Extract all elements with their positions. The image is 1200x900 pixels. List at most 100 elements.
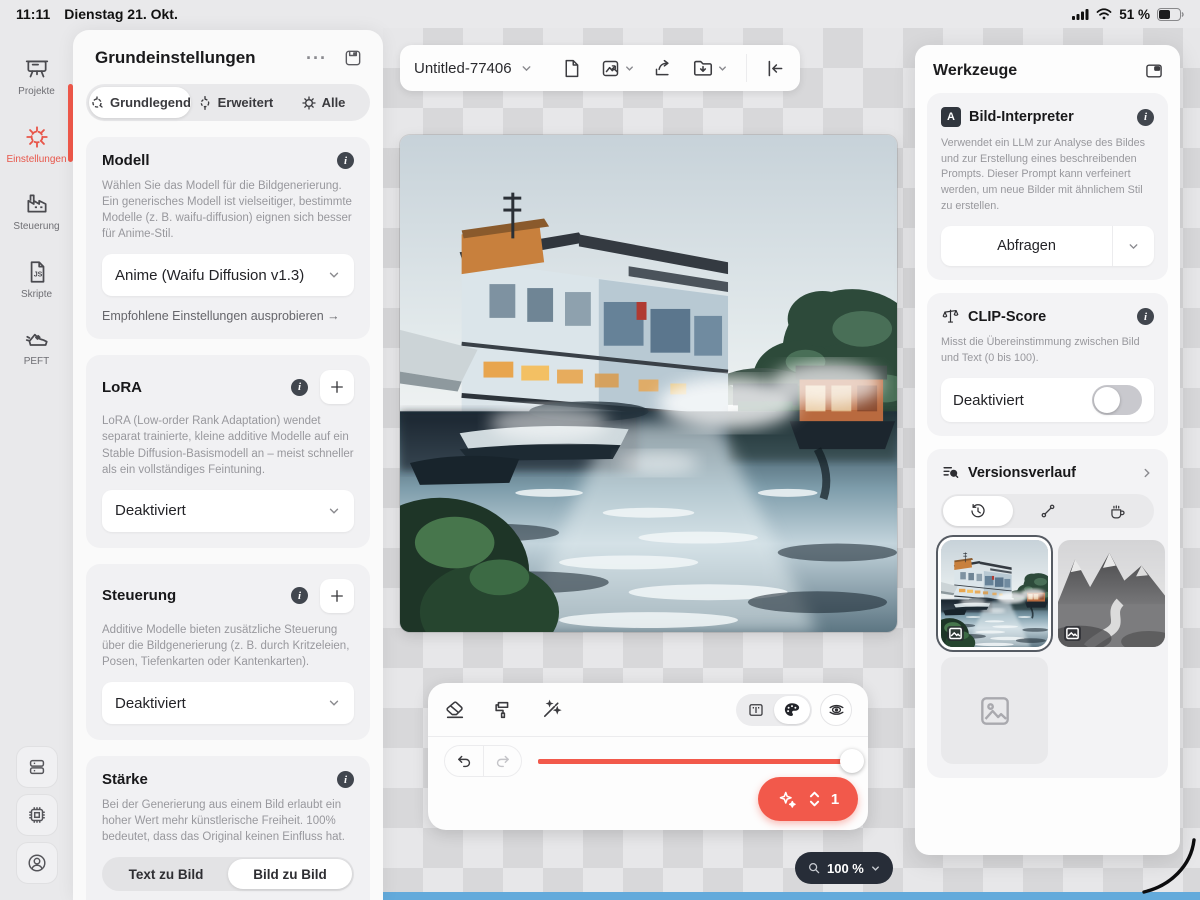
version-thumbnail-empty[interactable] (941, 657, 1048, 764)
lora-dropdown[interactable]: Deaktiviert (102, 490, 354, 532)
chip-button[interactable] (16, 794, 58, 836)
gear-advanced-icon (197, 95, 213, 111)
document-title-dropdown[interactable]: Untitled-77406 (414, 60, 543, 77)
image-to-image-option[interactable]: Bild zu Bild (228, 859, 352, 889)
tab-alle[interactable]: Alle (279, 87, 367, 118)
account-icon (26, 852, 48, 874)
info-icon[interactable]: i (291, 379, 308, 396)
add-control-button[interactable] (320, 579, 354, 613)
clip-toggle[interactable] (1092, 385, 1142, 415)
recommended-settings-link[interactable]: Empfohlene Einstellungen ausprobieren → (102, 309, 354, 323)
add-lora-button[interactable] (320, 370, 354, 404)
batch-stepper-icon[interactable] (808, 790, 821, 808)
factory-icon (24, 191, 50, 217)
sidebar-item-projekte[interactable]: Projekte (5, 56, 69, 98)
list-search-icon (941, 463, 960, 482)
server-button[interactable] (16, 746, 58, 788)
save-to-folder-button[interactable] (692, 57, 728, 79)
slider-handle[interactable] (840, 749, 864, 773)
sidebar-item-peft[interactable]: PEFT (5, 326, 69, 368)
image-placeholder-icon (976, 692, 1014, 730)
generate-button[interactable]: 1 (758, 777, 858, 821)
sidebar-item-einstellungen[interactable]: Einstellungen (5, 124, 69, 166)
status-bar: 11:11 Dienstag 21. Okt. 51 % (0, 0, 1200, 28)
projector-icon (24, 56, 50, 82)
tools-panel: Werkzeuge A Bild-Interpreter i Verwendet… (915, 45, 1180, 855)
brush-tool[interactable] (492, 699, 514, 721)
steuerung-dropdown[interactable]: Deaktiviert (102, 682, 354, 724)
new-document-button[interactable] (561, 58, 582, 79)
canvas-artwork[interactable] (400, 135, 897, 632)
modell-card: Modell i Wählen Sie das Modell für die B… (86, 137, 370, 339)
modell-dropdown[interactable]: Anime (Waifu Diffusion v1.3) (102, 254, 354, 296)
info-icon[interactable]: i (291, 587, 308, 604)
chevron-down-icon (870, 863, 881, 874)
account-button[interactable] (16, 842, 58, 884)
zoom-indicator[interactable]: 100 % (795, 852, 893, 884)
info-icon[interactable]: i (1137, 308, 1154, 325)
lora-card: LoRA i LoRA (Low-order Rank Adaptation) … (86, 355, 370, 547)
chevron-right-icon[interactable] (1140, 466, 1154, 480)
image-badge-icon (1064, 626, 1081, 641)
versions-tabs (941, 494, 1154, 528)
staerke-title: Stärke (102, 771, 337, 788)
link-tab[interactable] (1013, 496, 1083, 526)
hide-panel-icon[interactable] (1144, 61, 1164, 81)
image-badge-icon (947, 626, 964, 641)
abfragen-button[interactable]: Abfragen (941, 226, 1154, 266)
paint-toolbar: 1 (428, 683, 868, 830)
batch-count: 1 (831, 791, 839, 808)
history-tab[interactable] (943, 496, 1013, 526)
save-settings-icon[interactable] (343, 48, 363, 68)
version-thumbnail-current[interactable] (941, 540, 1048, 647)
version-thumbnail-previous[interactable] (1058, 540, 1165, 647)
paint-mode-option[interactable] (774, 696, 810, 724)
canvas-edge-line (383, 892, 1200, 900)
eraser-tool[interactable] (444, 699, 466, 721)
js-file-icon: JS (24, 259, 50, 285)
chip-icon (26, 804, 48, 826)
layers-visibility-button[interactable] (820, 694, 852, 726)
scales-icon (941, 307, 960, 326)
sparkle-icon (777, 789, 798, 810)
date: Dienstag 21. Okt. (64, 6, 178, 22)
share-button[interactable] (653, 58, 674, 79)
magic-wand-tool[interactable] (540, 698, 563, 721)
tab-grundlegend[interactable]: Grundlegend (89, 87, 191, 118)
frame-mode-option[interactable] (738, 696, 774, 724)
chevron-down-icon (327, 504, 341, 518)
gear-basic-icon (89, 95, 105, 111)
gear-all-icon (301, 95, 317, 111)
battery-icon (1157, 8, 1184, 21)
text-to-image-option[interactable]: Text zu Bild (104, 859, 228, 889)
lora-description: LoRA (Low-order Rank Adaptation) wendet … (102, 413, 354, 477)
interpreter-description: Verwendet ein LLM zur Analyse des Bildes… (941, 136, 1154, 214)
magnifier-icon (807, 861, 821, 875)
pen-stroke (1138, 836, 1198, 896)
clip-title: CLIP-Score (968, 309, 1129, 325)
undo-button[interactable] (445, 746, 483, 776)
chevron-down-icon[interactable] (1112, 226, 1154, 266)
coffee-tab[interactable] (1082, 496, 1152, 526)
redo-button[interactable] (483, 746, 521, 776)
info-icon[interactable]: i (1137, 109, 1154, 126)
info-icon[interactable]: i (337, 771, 354, 788)
gear-icon (24, 124, 50, 150)
clip-description: Misst die Übereinstimmung zwischen Bild … (941, 335, 1154, 366)
more-options-icon[interactable]: ··· (306, 53, 327, 63)
sidebar-item-skripte[interactable]: JS Skripte (5, 259, 69, 301)
sidebar-item-steuerung[interactable]: Steuerung (5, 191, 69, 233)
cellular-icon (1072, 9, 1089, 20)
import-image-button[interactable] (600, 58, 635, 79)
collapse-left-button[interactable] (765, 58, 786, 79)
info-icon[interactable]: i (337, 152, 354, 169)
shoe-icon (24, 326, 50, 352)
lora-title: LoRA (102, 379, 291, 396)
stroke-size-slider[interactable] (538, 749, 852, 773)
interpreter-title: Bild-Interpreter (969, 109, 1129, 125)
document-toolbar: Untitled-77406 (400, 45, 800, 91)
tools-panel-title: Werkzeuge (933, 62, 1017, 80)
versions-title[interactable]: Versionsverlauf (968, 465, 1132, 481)
tab-erweitert[interactable]: Erweitert (191, 87, 279, 118)
clip-score-card: CLIP-Score i Misst die Übereinstimmung z… (927, 293, 1168, 436)
